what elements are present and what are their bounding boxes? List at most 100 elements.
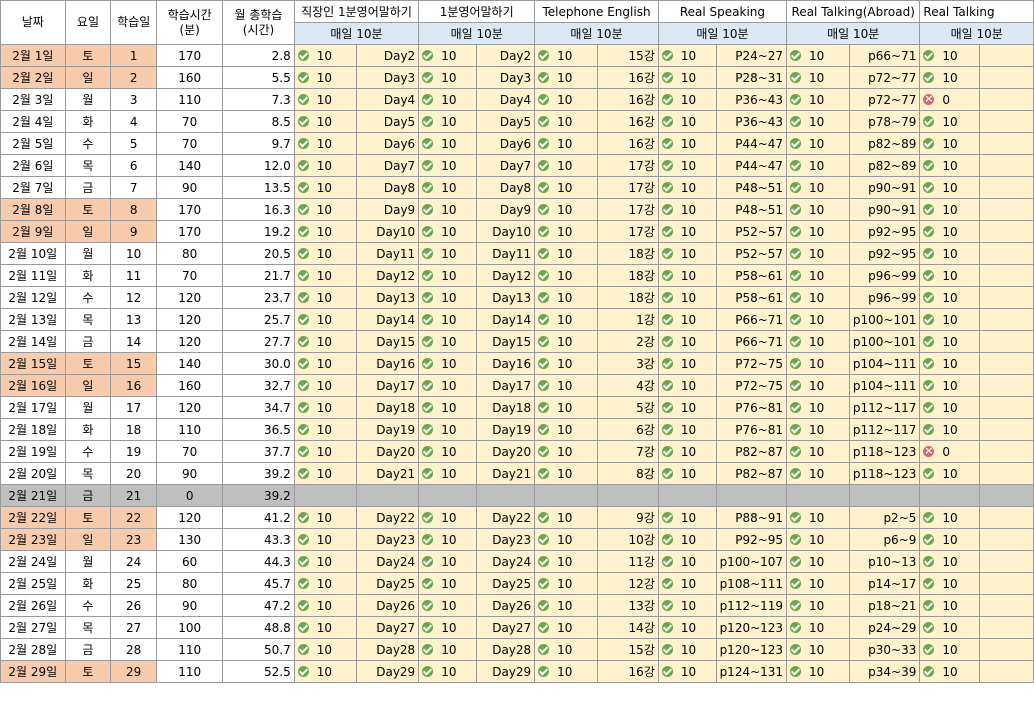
monthly-total-cell[interactable]: 47.2 (222, 594, 295, 617)
date-cell[interactable]: 2월 3일 (0, 88, 66, 111)
weekday-cell[interactable]: 목 (64, 308, 112, 331)
course-header[interactable]: Real Speaking (657, 0, 788, 23)
date-cell[interactable]: 2월 2일 (0, 66, 66, 89)
course-score-cell[interactable]: 10 (534, 286, 598, 309)
course-score-cell[interactable]: 10 (293, 660, 358, 683)
course-score-cell[interactable]: 10 (786, 440, 850, 463)
study-minutes-cell[interactable]: 110 (156, 88, 224, 111)
weekday-cell[interactable]: 토 (64, 660, 112, 683)
study-minutes-cell[interactable]: 170 (156, 198, 224, 221)
course-progress-cell[interactable]: Day6 (475, 132, 536, 155)
course-progress-cell[interactable]: p14~17 (848, 572, 921, 595)
course-score-cell[interactable]: 10 (919, 506, 981, 529)
course-progress-cell[interactable]: 7강 (596, 440, 659, 463)
course-score-cell[interactable]: 10 (919, 660, 981, 683)
course-score-cell[interactable]: 10 (418, 330, 477, 353)
course-score-cell[interactable]: 10 (418, 418, 477, 441)
course-progress-cell[interactable]: p92~95 (848, 242, 921, 265)
weekday-cell[interactable]: 월 (64, 396, 112, 419)
course-frequency[interactable]: 매일 10분 (293, 22, 420, 45)
monthly-total-cell[interactable]: 30.0 (222, 352, 295, 375)
course-score-cell[interactable]: 10 (786, 418, 850, 441)
course-progress-cell[interactable]: Day18 (356, 396, 420, 419)
course-progress-cell[interactable]: Day12 (356, 264, 420, 287)
course-progress-cell[interactable]: Day27 (356, 616, 420, 639)
course-score-cell[interactable]: 0 (919, 440, 981, 463)
course-progress-cell[interactable] (979, 440, 1034, 463)
course-progress-cell[interactable]: p118~123 (848, 440, 921, 463)
course-score-cell[interactable]: 10 (919, 66, 981, 89)
course-score-cell[interactable]: 10 (657, 264, 717, 287)
study-minutes-cell[interactable]: 0 (156, 484, 224, 507)
course-progress-cell[interactable] (979, 638, 1034, 661)
course-score-cell[interactable]: 10 (657, 572, 717, 595)
course-progress-cell[interactable]: P44~47 (715, 132, 788, 155)
course-progress-cell[interactable]: Day8 (475, 176, 536, 199)
study-day-cell[interactable]: 28 (110, 638, 158, 661)
course-score-cell[interactable]: 10 (534, 308, 598, 331)
course-progress-cell[interactable] (979, 528, 1034, 551)
course-progress-cell[interactable]: 4강 (596, 374, 659, 397)
course-progress-cell[interactable]: p66~71 (848, 44, 921, 67)
course-score-cell[interactable]: 10 (418, 132, 477, 155)
course-progress-cell[interactable] (979, 44, 1034, 67)
course-score-cell[interactable] (786, 484, 850, 507)
monthly-total-cell[interactable]: 32.7 (222, 374, 295, 397)
course-score-cell[interactable]: 10 (534, 374, 598, 397)
course-score-cell[interactable]: 10 (293, 132, 358, 155)
course-progress-cell[interactable] (979, 132, 1034, 155)
course-score-cell[interactable]: 10 (786, 374, 850, 397)
date-cell[interactable]: 2월 24일 (0, 550, 66, 573)
course-progress-cell[interactable]: Day29 (356, 660, 420, 683)
course-progress-cell[interactable] (979, 396, 1034, 419)
course-score-cell[interactable]: 10 (293, 88, 358, 111)
study-minutes-cell[interactable]: 170 (156, 44, 224, 67)
course-progress-cell[interactable]: Day25 (475, 572, 536, 595)
course-progress-cell[interactable]: Day11 (356, 242, 420, 265)
course-score-cell[interactable]: 10 (786, 308, 850, 331)
date-cell[interactable]: 2월 26일 (0, 594, 66, 617)
study-minutes-cell[interactable]: 70 (156, 264, 224, 287)
weekday-cell[interactable]: 금 (64, 638, 112, 661)
course-progress-cell[interactable]: Day16 (356, 352, 420, 375)
course-score-cell[interactable]: 10 (293, 528, 358, 551)
course-progress-cell[interactable]: 18강 (596, 264, 659, 287)
date-cell[interactable]: 2월 19일 (0, 440, 66, 463)
course-score-cell[interactable]: 10 (293, 176, 358, 199)
course-progress-cell[interactable] (979, 154, 1034, 177)
course-score-cell[interactable]: 10 (657, 286, 717, 309)
course-score-cell[interactable]: 10 (919, 352, 981, 375)
course-score-cell[interactable]: 10 (919, 132, 981, 155)
course-progress-cell[interactable]: p112~117 (848, 418, 921, 441)
course-score-cell[interactable]: 10 (657, 462, 717, 485)
course-score-cell[interactable]: 10 (418, 440, 477, 463)
study-day-cell[interactable]: 19 (110, 440, 158, 463)
study-minutes-cell[interactable]: 70 (156, 440, 224, 463)
course-score-cell[interactable]: 10 (293, 616, 358, 639)
study-day-cell[interactable]: 21 (110, 484, 158, 507)
course-progress-cell[interactable]: Day4 (356, 88, 420, 111)
course-progress-cell[interactable]: P82~87 (715, 462, 788, 485)
date-cell[interactable]: 2월 15일 (0, 352, 66, 375)
study-day-cell[interactable]: 16 (110, 374, 158, 397)
course-progress-cell[interactable]: Day24 (356, 550, 420, 573)
weekday-cell[interactable]: 토 (64, 352, 112, 375)
study-minutes-cell[interactable]: 120 (156, 396, 224, 419)
date-cell[interactable]: 2월 20일 (0, 462, 66, 485)
course-progress-cell[interactable] (979, 220, 1034, 243)
monthly-total-cell[interactable]: 27.7 (222, 330, 295, 353)
course-progress-cell[interactable]: Day21 (356, 462, 420, 485)
course-progress-cell[interactable]: p2~5 (848, 506, 921, 529)
course-score-cell[interactable]: 10 (534, 396, 598, 419)
course-score-cell[interactable]: 10 (786, 462, 850, 485)
course-score-cell[interactable]: 10 (534, 462, 598, 485)
weekday-cell[interactable]: 목 (64, 154, 112, 177)
course-score-cell[interactable]: 10 (534, 572, 598, 595)
course-score-cell[interactable]: 10 (657, 44, 717, 67)
course-progress-cell[interactable]: p30~33 (848, 638, 921, 661)
course-progress-cell[interactable]: p118~123 (848, 462, 921, 485)
study-minutes-cell[interactable]: 110 (156, 418, 224, 441)
course-score-cell[interactable]: 10 (418, 44, 477, 67)
monthly-total-cell[interactable]: 50.7 (222, 638, 295, 661)
study-minutes-cell[interactable]: 120 (156, 330, 224, 353)
